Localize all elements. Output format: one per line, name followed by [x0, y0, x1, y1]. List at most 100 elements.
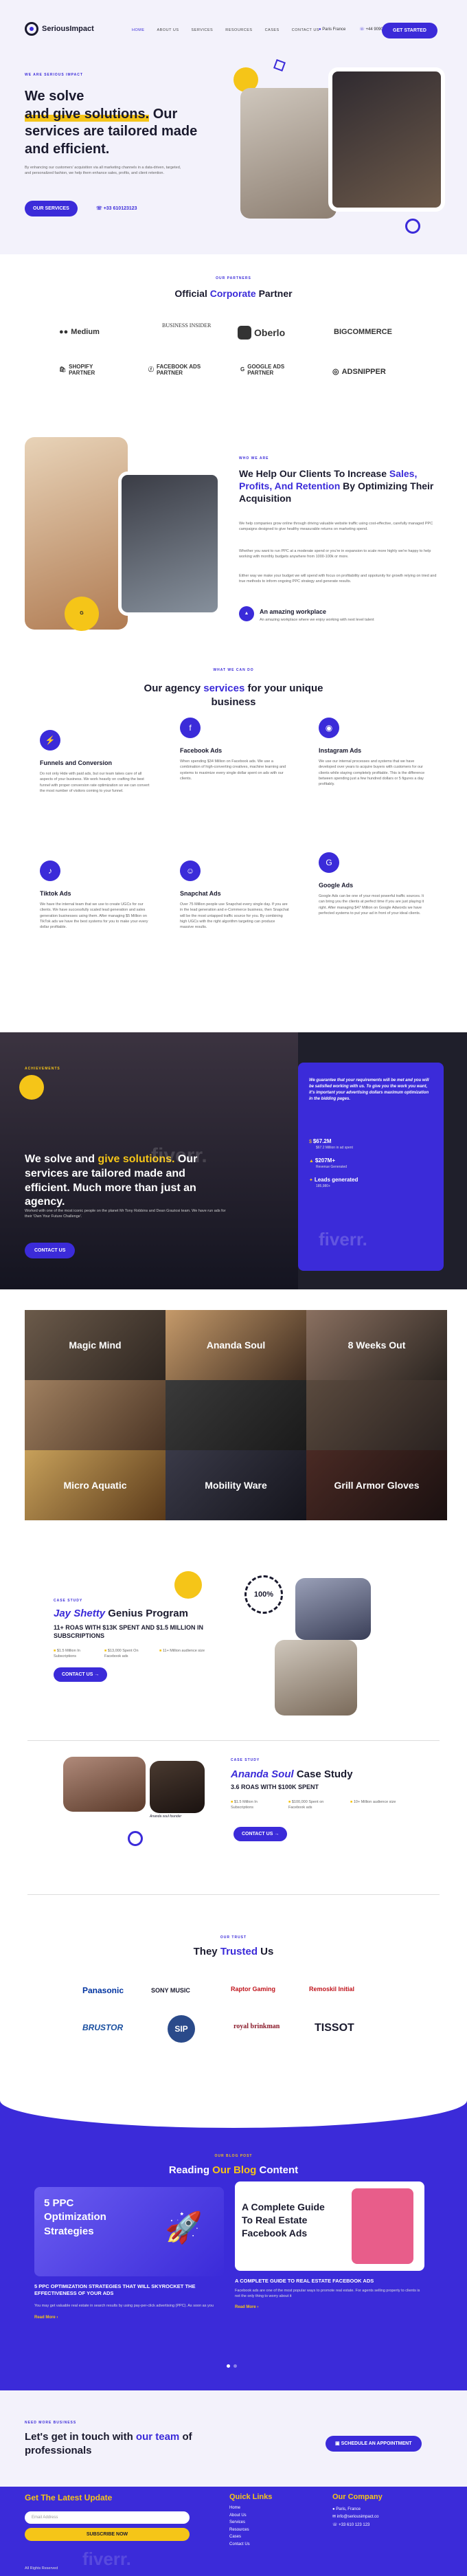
footer-link-resources[interactable]: Resources — [229, 2527, 250, 2534]
partners-section: OUR PARTNERS Official Corporate Partner … — [0, 254, 467, 432]
phone-icon: ☏ — [332, 2522, 339, 2527]
yellow-circle-decoration — [19, 1075, 44, 1100]
hero-phone[interactable]: ☏ +33 610123123 — [96, 206, 137, 212]
portfolio-8-weeks-out[interactable]: 8 Weeks Out — [306, 1310, 447, 1380]
client-logo-sip: SIP — [168, 2015, 195, 2043]
service-card-tiktok[interactable]: ♪ Tiktok Ads We have the internal team tha… — [40, 860, 150, 930]
blog-image-ppc: 5 PPC Optimization Strategies 🚀 — [34, 2187, 224, 2276]
adsnipper-icon: ◎ — [332, 368, 339, 376]
nav-cases[interactable]: CASES — [265, 28, 280, 33]
workplace-title: An amazing workplace — [260, 608, 327, 615]
hero-description: By enhancing our customers' acquisition … — [25, 166, 181, 176]
blog-card-real-estate[interactable]: A Complete Guide To Real Estate Facebook… — [235, 2181, 424, 2310]
google-icon: G — [319, 852, 339, 873]
footer-watermark: fiverr. — [82, 2549, 131, 2569]
panel-watermark: fiverr. — [319, 1229, 367, 1250]
achievements-section: ACHIEVEMENTS We solve and give solutions… — [0, 1032, 467, 1289]
services-section: WHAT WE CAN DO Our agency services for y… — [0, 668, 467, 1032]
ring-decoration — [405, 219, 420, 234]
client-logo-remoskil: Remoskil Initial — [309, 1986, 355, 1992]
service-card-facebook[interactable]: f Facebook Ads When spending $34 Million o… — [180, 718, 290, 781]
portfolio-micro-aquatic[interactable]: Micro Aquatic — [25, 1450, 166, 1520]
case2-headline: 3.6 ROAS WITH $100K SPENT — [231, 1784, 319, 1790]
carousel-dot[interactable] — [234, 2364, 237, 2368]
service-card-funnels[interactable]: ⚡ Funnels and Conversion Do not only Hide … — [40, 730, 150, 794]
users-icon: ✦ — [309, 1178, 315, 1183]
client-logo-sony-music: SONY MUSIC — [151, 1987, 190, 1994]
achievements-kicker: ACHIEVEMENTS — [25, 1067, 60, 1071]
footer-link-cases[interactable]: Cases — [229, 2533, 250, 2541]
partner-logo-shopify: 🛍 SHOPIFY PARTNER — [59, 364, 95, 376]
logo[interactable]: SeriousImpact — [25, 22, 94, 36]
newsletter-title: Get The Latest Update — [25, 2493, 113, 2502]
cta-section: NEED MORE BUSINESS Let's get in touch wi… — [0, 2390, 467, 2487]
jay-shetty-photo-2 — [275, 1640, 357, 1716]
read-more-link[interactable]: Read More › — [235, 2305, 424, 2310]
our-services-button[interactable]: OUR SERVICES — [25, 201, 78, 217]
portfolio-grill-armor-gloves[interactable]: Grill Armor Gloves — [306, 1450, 447, 1520]
blog-title: Reading Our Blog Content — [168, 2164, 299, 2176]
get-started-button[interactable]: GET STARTED — [382, 23, 437, 39]
portfolio-ananda-soul[interactable]: Ananda Soul — [166, 1310, 306, 1380]
portfolio-mobility-ware[interactable]: Mobility Ware — [166, 1450, 306, 1520]
nav-resources[interactable]: RESOURCES — [225, 28, 252, 33]
case2-contact-button[interactable]: CONTACT US → — [234, 1827, 288, 1842]
footer-link-services[interactable]: Services — [229, 2519, 250, 2527]
blog-kicker: OUR BLOG POST — [214, 2154, 253, 2158]
nav-contact[interactable]: CONTACT US — [292, 28, 319, 33]
service-card-snapchat[interactable]: ☺ Snapchat Ads Over 75 Million people use … — [180, 860, 290, 930]
hero-section: WE ARE SERIOUS IMPACT We solve and give s… — [0, 59, 467, 254]
ananda-soul-photo-2 — [150, 1761, 205, 1813]
hero-meeting-photo — [328, 67, 445, 212]
panel-text: We guarantee that your requirements will… — [309, 1078, 429, 1101]
schedule-appointment-button[interactable]: ▣ SCHEDULE AN APPOINTMENT — [326, 2436, 422, 2452]
footer-email[interactable]: ✉ info@seriousimpact.co — [332, 2513, 379, 2521]
footer-link-home[interactable]: Home — [229, 2505, 250, 2512]
partner-logo-google-ads: G GOOGLE ADS PARTNER — [240, 364, 285, 376]
blog-card-ppc[interactable]: 5 PPC Optimization Strategies 🚀 5 PPC OPT… — [34, 2187, 224, 2320]
trusted-section: OUR TRUST They Trusted Us Panasonic SONY… — [0, 1935, 467, 2100]
about-paragraph-2: Whether you want to run PPC at a moderat… — [239, 549, 431, 559]
header: SeriousImpact HOME ABOUT US SERVICES RES… — [0, 0, 467, 60]
facebook-icon: ⓕ — [148, 366, 154, 373]
quick-links: Home About Us Services Resources Cases C… — [229, 2505, 250, 2548]
case1-contact-button[interactable]: CONTACT US → — [54, 1667, 108, 1683]
service-card-google[interactable]: G Google Ads Google Ads can be one of your… — [319, 852, 429, 916]
achievements-description: Worked with one of the most iconic peopl… — [25, 1209, 226, 1219]
instagram-icon: ◉ — [319, 718, 339, 738]
footer-phone[interactable]: ☏ +33 610 123 123 — [332, 2522, 379, 2529]
location-text: ● Paris France — [319, 27, 346, 32]
case1-stat-3: ■ 11+ Million audience size — [159, 1649, 205, 1653]
case2-stat-2: ■ $100,000 Spent on Facebook ads — [288, 1800, 324, 1810]
hero-team-photo — [240, 88, 337, 219]
footer-link-contact[interactable]: Contact Us — [229, 2541, 250, 2549]
partner-logo-bigcommerce: BIGCOMMERCE — [334, 328, 392, 336]
client-logo-tissot: TISSOT — [315, 2022, 354, 2034]
nav-services[interactable]: SERVICES — [192, 28, 214, 33]
ring-decoration — [128, 1831, 143, 1846]
case2-stat-1: ■ $1.5 Million In Subscriptions — [231, 1800, 258, 1810]
portfolio-magic-mind[interactable]: Magic Mind — [25, 1310, 166, 1380]
client-logo-royal-brinkman: royal brinkman — [234, 2023, 280, 2030]
subscribe-button[interactable]: SUBSCRIBE NOW — [25, 2528, 190, 2542]
email-input[interactable]: Email Address — [25, 2511, 190, 2524]
carousel-dot[interactable] — [227, 2364, 230, 2368]
calendar-icon: ▣ — [335, 2441, 341, 2446]
carousel-dots — [227, 2364, 237, 2368]
nav-about[interactable]: ABOUT US — [157, 28, 179, 33]
shopify-icon: 🛍 — [59, 366, 67, 373]
service-card-instagram[interactable]: ◉ Instagram Ads We use our internal proces… — [319, 718, 429, 787]
partner-logo-oberlo: Oberlo — [238, 326, 285, 340]
read-more-link[interactable]: Read More › — [34, 2315, 224, 2320]
phone-icon: ☏ — [96, 206, 104, 211]
footer-link-about[interactable]: About Us — [229, 2512, 250, 2520]
phone-illustration — [352, 2188, 413, 2264]
stats-panel: We guarantee that your requirements will… — [298, 1063, 444, 1271]
watermark-text: fiverr. — [151, 1144, 207, 1167]
partners-kicker: OUR PARTNERS — [216, 276, 251, 280]
achievements-contact-button[interactable]: CONTACT US — [25, 1243, 76, 1259]
rocket-icon: 🚀 — [165, 2211, 203, 2245]
nav-home[interactable]: HOME — [132, 28, 145, 33]
footer-address: ● Paris, France — [332, 2507, 361, 2511]
case1-title: Jay Shetty Genius Program — [54, 1608, 188, 1619]
